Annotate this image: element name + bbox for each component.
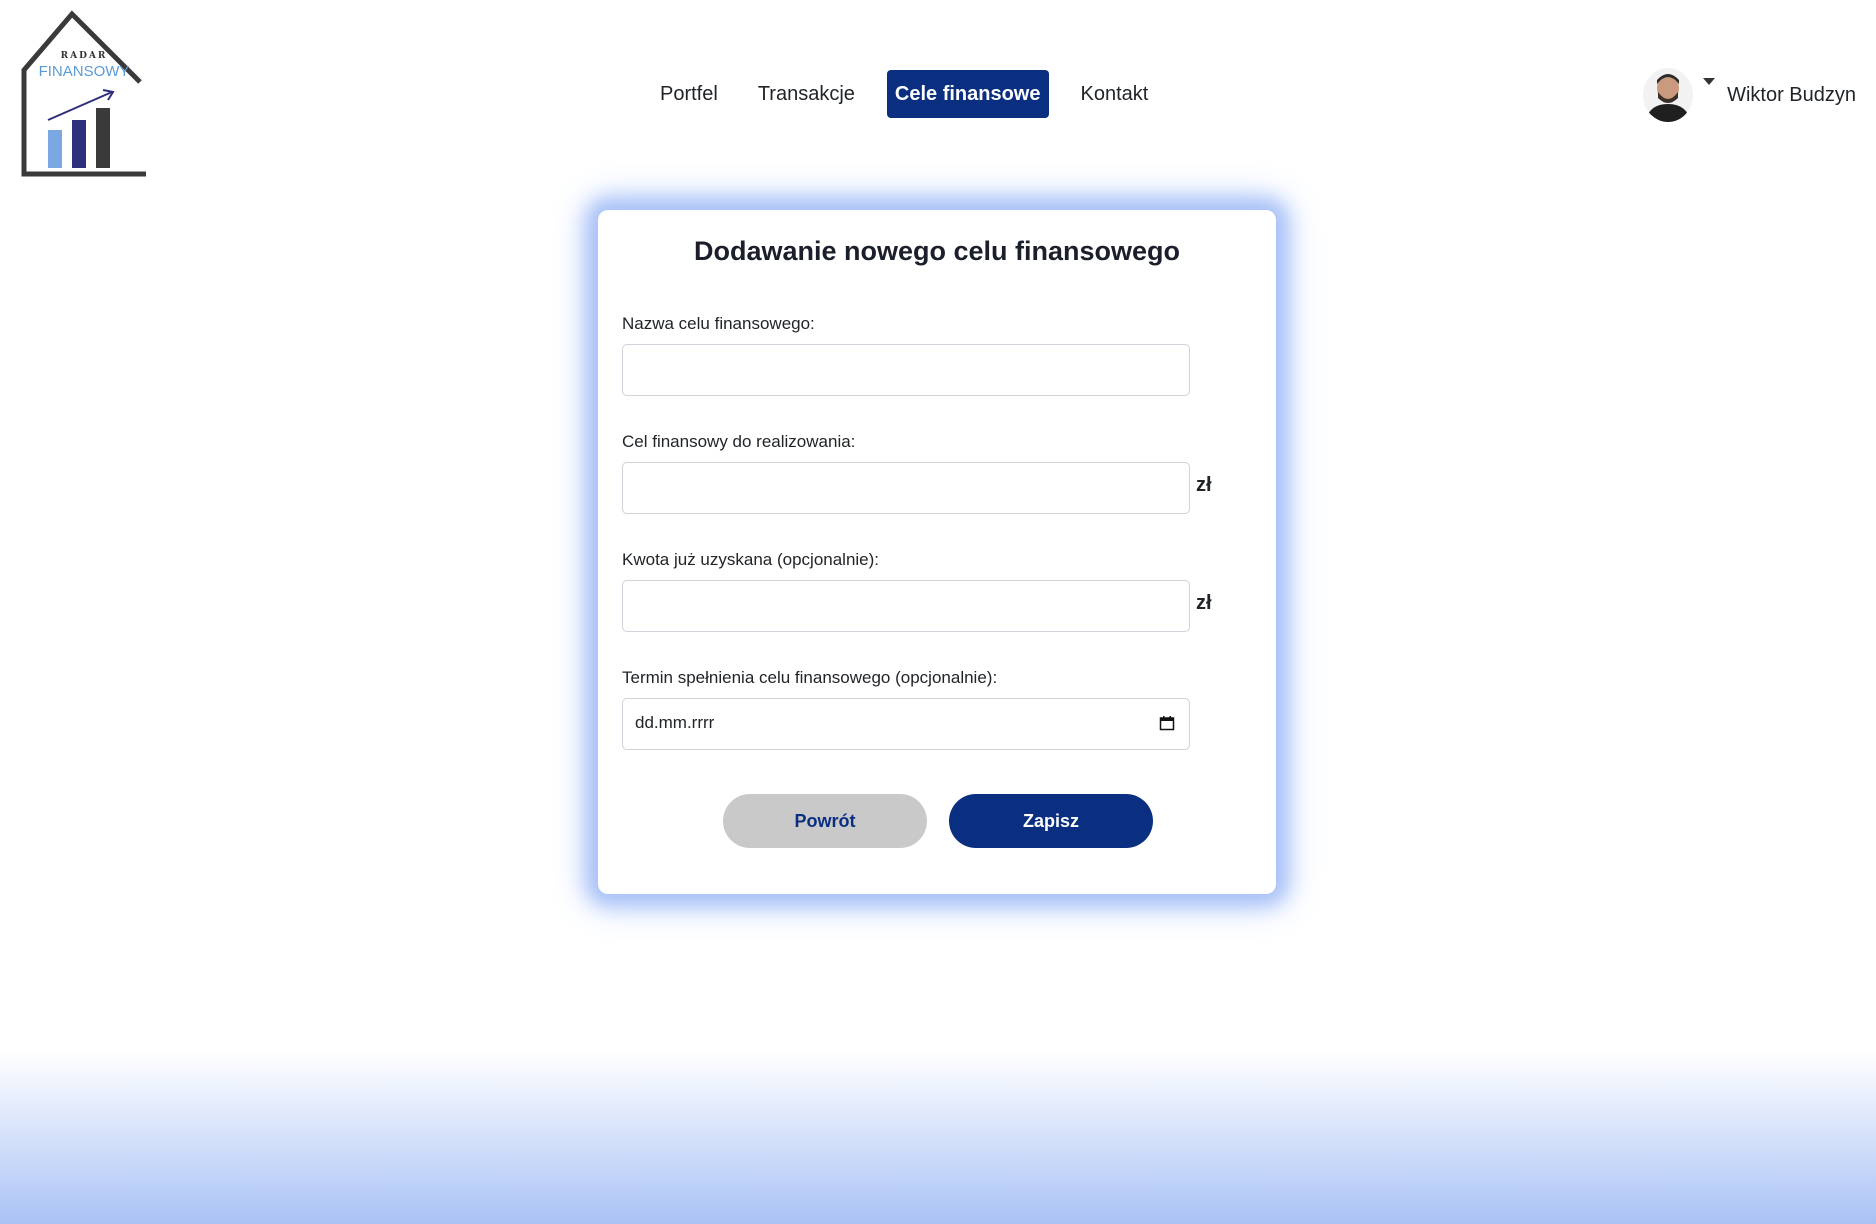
avatar[interactable] (1643, 68, 1694, 122)
nav-item-transakcje[interactable]: Transakcje (738, 70, 875, 118)
user-menu[interactable]: Wiktor Budzyn (1643, 68, 1856, 122)
back-button[interactable]: Powrót (723, 794, 927, 848)
goal-name-label: Nazwa celu finansowego: (622, 314, 815, 333)
target-currency-label: zł (1196, 474, 1212, 496)
nav-list: Portfel Transakcje Cele finansowe Kontak… (640, 70, 1168, 118)
deadline-date-placeholder[interactable]: dd.mm.rrrr (635, 713, 714, 733)
goal-name-field[interactable] (622, 344, 1190, 396)
obtained-currency-label: zł (1196, 592, 1212, 614)
calendar-icon[interactable] (1159, 715, 1175, 731)
goal-form-card: Dodawanie nowego celu finansowego Nazwa … (598, 210, 1276, 894)
form-title: Dodawanie nowego celu finansowego (693, 236, 1181, 266)
obtained-amount-input[interactable] (623, 581, 1189, 631)
goal-name-input[interactable] (623, 345, 1189, 395)
nav-item-kontakt[interactable]: Kontakt (1061, 70, 1169, 118)
user-avatar-icon (1643, 68, 1694, 122)
deadline-label: Termin spełnienia celu finansowego (opcj… (622, 668, 998, 687)
main-nav: Portfel Transakcje Cele finansowe Kontak… (0, 70, 1876, 118)
obtained-amount-label: Kwota już uzyskana (opcjonalnie): (622, 550, 880, 569)
deadline-date-field[interactable]: dd.mm.rrrr (622, 698, 1190, 750)
nav-item-cele-finansowe[interactable]: Cele finansowe (886, 70, 1049, 118)
save-button[interactable]: Zapisz (949, 794, 1153, 848)
header: RADAR FINANSOWY Portfel Transakcje Cele … (0, 0, 1876, 190)
obtained-amount-field[interactable] (622, 580, 1190, 632)
target-amount-input[interactable] (623, 463, 1189, 513)
target-amount-label: Cel finansowy do realizowania: (622, 432, 856, 451)
logo-top-text: RADAR (61, 51, 108, 61)
target-amount-field[interactable] (622, 462, 1190, 514)
user-name[interactable]: Wiktor Budzyn (1727, 84, 1856, 107)
caret-down-icon[interactable] (1703, 77, 1716, 85)
nav-item-portfel[interactable]: Portfel (640, 70, 738, 118)
